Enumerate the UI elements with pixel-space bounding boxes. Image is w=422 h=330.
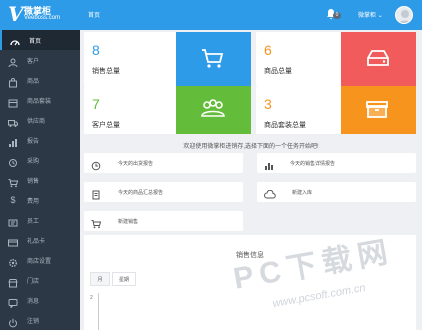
sidebar-item-expenses[interactable]: $ 费用 <box>0 190 80 210</box>
dollar-icon: $ <box>10 195 16 205</box>
cloud-icon <box>264 187 276 199</box>
sidebar-item-product-kits[interactable]: 商品套装 <box>0 90 80 110</box>
sidebar-item-label: 注销 <box>27 319 40 325</box>
task-new-sale[interactable]: 新建销售 <box>84 211 243 231</box>
user-menu[interactable]: 微掌柜 ⌄ <box>358 10 383 19</box>
stat-tile <box>176 86 251 134</box>
dashboard-icon <box>10 35 20 46</box>
welcome-text: 欢迎使用微掌柜进销存,选择下面的一个任务开始吧! <box>183 144 319 150</box>
task-label: 今天的销售详情报告 <box>290 161 336 167</box>
card-icon <box>8 235 18 247</box>
sidebar-item-label: 消息 <box>27 299 40 305</box>
stat-value: 7 <box>92 96 100 112</box>
task-product-summary-report[interactable]: 今天的商品汇总报告 <box>84 182 243 202</box>
tab-month[interactable]: 月 <box>90 272 110 286</box>
sidebar-item-label: 首页 <box>29 39 42 45</box>
sidebar-item-home[interactable]: 首页 <box>0 30 80 50</box>
sidebar-item-products[interactable]: 商品 <box>0 70 80 90</box>
sidebar-item-stores[interactable]: 门店 <box>0 270 80 290</box>
sidebar-item-label: 费用 <box>27 199 40 205</box>
task-sales-detail-report[interactable]: 今天的销售详情报告 <box>257 153 416 173</box>
stat-label: 商品套装总量 <box>264 122 306 129</box>
sidebar-item-purchase[interactable]: 采购 <box>0 150 80 170</box>
breadcrumb[interactable]: 首页 <box>88 10 100 19</box>
sidebar-item-reports[interactable]: 报告 <box>0 130 80 150</box>
chevron-down-icon: ⌄ <box>377 13 383 19</box>
task-shipment-report[interactable]: 今天的出货报告 <box>84 153 243 173</box>
sidebar-item-label: 商店设置 <box>27 259 52 265</box>
sidebar-item-logout[interactable]: 注销 <box>0 310 80 330</box>
notification-badge: 0 <box>333 12 341 19</box>
sidebar-item-label: 礼品卡 <box>27 239 46 245</box>
sidebar-item-gift-cards[interactable]: 礼品卡 <box>0 230 80 250</box>
sidebar-item-label: 供应商 <box>27 119 46 125</box>
message-icon <box>8 295 18 309</box>
task-new-stock-in[interactable]: 新建入库 <box>257 182 416 202</box>
sales-panel: 销售信息 月 星期 2 <box>84 235 416 330</box>
clock-icon <box>91 158 101 171</box>
cart-icon <box>202 49 224 68</box>
logout-icon <box>8 315 18 328</box>
sidebar-item-customers[interactable]: 客户 <box>0 50 80 70</box>
stat-value: 6 <box>264 42 272 58</box>
stat-label: 销售总量 <box>92 68 120 75</box>
sidebar-item-suppliers[interactable]: 供应商 <box>0 110 80 130</box>
stat-tile <box>341 32 416 86</box>
sidebar-item-label: 商品 <box>27 79 40 85</box>
sidebar-item-label: 门店 <box>27 279 40 285</box>
cart-icon <box>91 216 102 229</box>
task-label: 今天的商品汇总报告 <box>118 190 164 196</box>
user-name: 微掌柜 <box>358 13 377 19</box>
stat-value: 8 <box>92 42 100 58</box>
sidebar-item-store-settings[interactable]: 商店设置 <box>0 250 80 270</box>
sidebar-item-label: 采购 <box>27 159 40 165</box>
report-icon <box>8 135 18 147</box>
stat-label: 客户总量 <box>92 122 120 129</box>
drive-icon <box>367 50 389 66</box>
sidebar-item-label: 员工 <box>27 219 40 225</box>
sidebar-item-label: 销售 <box>27 179 40 185</box>
truck-icon <box>8 115 18 127</box>
stat-tile <box>341 86 416 134</box>
logo[interactable]: V 微掌柜 Veeboss.com <box>6 2 76 28</box>
stat-tile <box>176 32 251 86</box>
stat-label: 商品总量 <box>264 68 292 75</box>
logo-domain: Veeboss.com <box>24 15 61 21</box>
y-axis <box>98 293 99 330</box>
settings-icon <box>8 255 18 267</box>
task-label: 今天的出货报告 <box>118 161 154 167</box>
box-icon <box>8 95 18 108</box>
task-label: 新建入库 <box>292 190 313 196</box>
avatar[interactable] <box>395 6 413 24</box>
box-icon <box>366 101 388 118</box>
stat-card-products[interactable]: 6 商品总量 <box>256 32 416 86</box>
bar-chart-icon <box>264 158 274 170</box>
stat-card-kits[interactable]: 3 商品套装总量 <box>256 86 416 134</box>
store-icon <box>8 275 18 288</box>
y-tick-label: 2 <box>90 295 93 301</box>
sidebar-item-label: 客户 <box>27 59 40 65</box>
document-icon <box>91 187 101 200</box>
sidebar-item-label: 商品套装 <box>27 99 52 105</box>
sidebar-item-staff[interactable]: 员工 <box>0 210 80 230</box>
user-icon <box>8 55 18 68</box>
sidebar-item-label: 报告 <box>27 139 40 145</box>
cart-icon <box>8 175 19 188</box>
purchase-icon <box>8 155 18 167</box>
sidebar-item-sales[interactable]: 销售 <box>0 170 80 190</box>
sidebar-item-messages[interactable]: 消息 <box>0 290 80 310</box>
stat-card-customers[interactable]: 7 客户总量 <box>84 86 251 134</box>
task-label: 新建销售 <box>118 219 139 225</box>
stat-value: 3 <box>264 96 272 112</box>
bag-icon <box>8 75 18 88</box>
sales-title: 销售信息 <box>236 252 264 259</box>
tab-week[interactable]: 星期 <box>112 272 136 286</box>
staff-icon <box>8 215 18 227</box>
stat-card-sales[interactable]: 8 销售总量 <box>84 32 251 86</box>
logo-mark: V <box>8 2 24 26</box>
group-icon <box>201 99 225 117</box>
top-bar: V 微掌柜 Veeboss.com 首页 0 微掌柜 ⌄ <box>0 0 422 30</box>
sidebar: 首页 客户 商品 商品套装 供应商 报告 采购 销售 $ 费用 员工 礼品卡 商… <box>0 30 80 330</box>
